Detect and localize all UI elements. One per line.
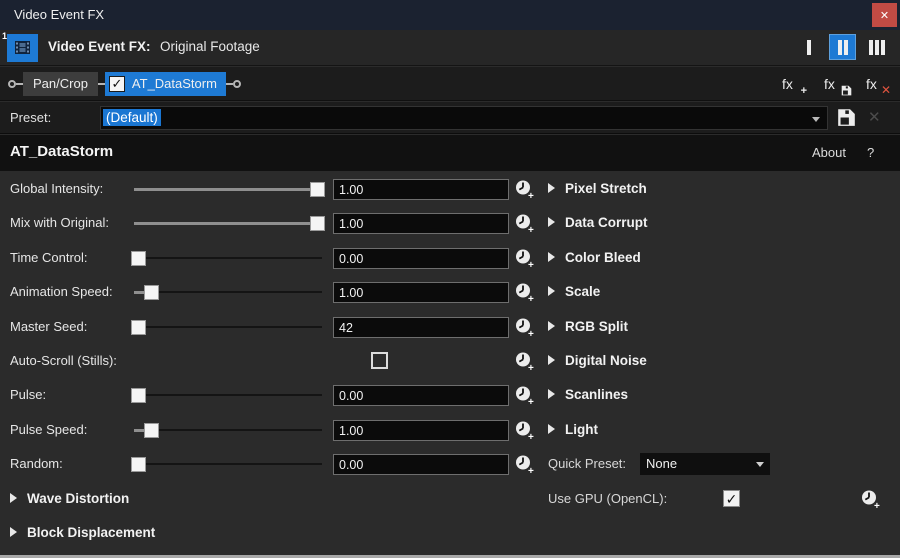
chain-plugin-atdatastorm[interactable]: ✓ AT_DataStorm xyxy=(104,71,226,96)
chain-link xyxy=(16,82,23,85)
chain-end-node xyxy=(232,79,241,88)
preset-label: Preset: xyxy=(10,110,52,125)
layout-bar-icon xyxy=(874,39,879,55)
section-row: Scale xyxy=(0,275,900,309)
layout-bar-icon xyxy=(806,39,811,55)
add-effect-button[interactable]: fx + xyxy=(782,76,808,97)
layout-one-pane[interactable] xyxy=(795,34,822,60)
delete-preset-button[interactable]: ✕ xyxy=(868,108,881,126)
close-button[interactable]: ✕ xyxy=(872,3,897,27)
chain-link xyxy=(225,82,233,85)
collapsed-triangle-icon[interactable] xyxy=(548,183,555,193)
chain-start-node xyxy=(8,79,16,88)
layout-three-pane[interactable] xyxy=(863,34,890,60)
titlebar[interactable]: Video Event FX ✕ xyxy=(0,0,900,30)
plugin-label: Pan/Crop xyxy=(33,76,88,91)
save-filter-package-button[interactable]: fx xyxy=(824,76,852,96)
plugin-chain: Pan/Crop ✓ AT_DataStorm fx + fx fx ✕ xyxy=(0,67,900,101)
save-preset-icon xyxy=(838,109,855,126)
section-row: RGB Split xyxy=(0,310,900,344)
section-row: Scanlines xyxy=(0,378,900,412)
video-track-badge: 1 xyxy=(2,31,38,62)
collapsed-triangle-icon[interactable] xyxy=(548,217,555,227)
quick-preset-dropdown[interactable]: None xyxy=(640,453,770,475)
section-block-displacement-label: Block Displacement xyxy=(27,525,156,540)
collapsed-triangle-icon[interactable] xyxy=(548,321,555,331)
section-digital-noise-label: Digital Noise xyxy=(565,353,647,368)
remove-x-icon: ✕ xyxy=(880,83,891,97)
remove-effect-button[interactable]: fx ✕ xyxy=(866,76,892,97)
plugin-enabled-checkbox[interactable]: ✓ xyxy=(108,75,125,92)
section-row: Digital Noise xyxy=(0,344,900,378)
section-row: Data Corrupt xyxy=(0,206,900,240)
svg-text:+: + xyxy=(874,501,880,510)
collapsed-triangle-icon[interactable] xyxy=(10,527,17,537)
plugin-title: AT_DataStorm xyxy=(10,143,114,160)
layout-bar-icon xyxy=(843,39,848,55)
layout-two-pane[interactable] xyxy=(829,34,856,60)
layout-bar-icon xyxy=(837,39,842,55)
section-pixel-stretch-label: Pixel Stretch xyxy=(565,181,647,196)
preset-combobox[interactable]: (Default) xyxy=(100,106,828,130)
section-row: Color Bleed xyxy=(0,241,900,275)
layout-buttons xyxy=(795,34,890,60)
save-preset-button[interactable] xyxy=(837,108,856,132)
gpu-checkbox[interactable]: ✓ xyxy=(723,490,740,507)
plus-icon: + xyxy=(800,85,807,97)
preset-value[interactable]: (Default) xyxy=(103,109,161,126)
collapsed-triangle-icon[interactable] xyxy=(548,355,555,365)
quick-preset-label: Quick Preset: xyxy=(548,456,627,471)
event-fx-label: Video Event FX: xyxy=(48,39,151,54)
section-row: Block Displacement xyxy=(0,516,900,550)
collapsed-triangle-icon[interactable] xyxy=(548,286,555,296)
plugin-header: AT_DataStorm About ? xyxy=(0,135,900,171)
section-color-bleed-label: Color Bleed xyxy=(565,250,641,265)
plugin-label: AT_DataStorm xyxy=(131,76,217,91)
fx-toolbar: fx + fx fx ✕ xyxy=(782,67,892,101)
window-title: Video Event FX xyxy=(14,7,105,22)
section-rgb-split-label: RGB Split xyxy=(565,319,628,334)
film-icon xyxy=(15,41,30,54)
layout-bar-icon xyxy=(880,39,885,55)
event-header: 1 Video Event FX: Original Footage xyxy=(0,30,900,66)
chevron-down-icon[interactable] xyxy=(812,117,820,122)
section-light-label: Light xyxy=(565,422,598,437)
quick-preset-row: Quick Preset: None xyxy=(0,447,900,481)
section-scanlines-label: Scanlines xyxy=(565,387,629,402)
fx-glyph: fx xyxy=(782,76,793,92)
video-event-fx-window: Video Event FX ✕ 1 Video Event FX: Origi… xyxy=(0,0,900,558)
section-row: Light xyxy=(0,413,900,447)
track-number: 1 xyxy=(2,31,8,41)
gpu-row: Use GPU (OpenCL): ✓ + xyxy=(0,482,900,516)
collapsed-triangle-icon[interactable] xyxy=(548,389,555,399)
gpu-label: Use GPU (OpenCL): xyxy=(548,491,668,506)
section-scale-label: Scale xyxy=(565,284,601,299)
keyframe-clock-icon[interactable]: + xyxy=(860,489,882,512)
collapsed-triangle-icon[interactable] xyxy=(548,424,555,434)
section-data-corrupt-label: Data Corrupt xyxy=(565,215,648,230)
help-button[interactable]: ? xyxy=(867,145,874,160)
collapsed-triangle-icon[interactable] xyxy=(548,252,555,262)
layout-bar-icon xyxy=(868,39,873,55)
save-icon xyxy=(841,85,852,96)
fx-glyph: fx xyxy=(824,76,835,92)
chain-link xyxy=(97,82,105,85)
about-button[interactable]: About xyxy=(812,145,846,160)
event-name: Original Footage xyxy=(160,39,260,54)
chevron-down-icon[interactable] xyxy=(756,462,764,467)
chain-plugin-pancrop[interactable]: Pan/Crop xyxy=(23,71,98,96)
close-icon: ✕ xyxy=(879,9,890,22)
section-row: Pixel Stretch xyxy=(0,172,900,206)
preset-bar: Preset: (Default) ✕ xyxy=(0,102,900,134)
quick-preset-value: None xyxy=(646,456,678,471)
fx-glyph: fx xyxy=(866,76,877,92)
